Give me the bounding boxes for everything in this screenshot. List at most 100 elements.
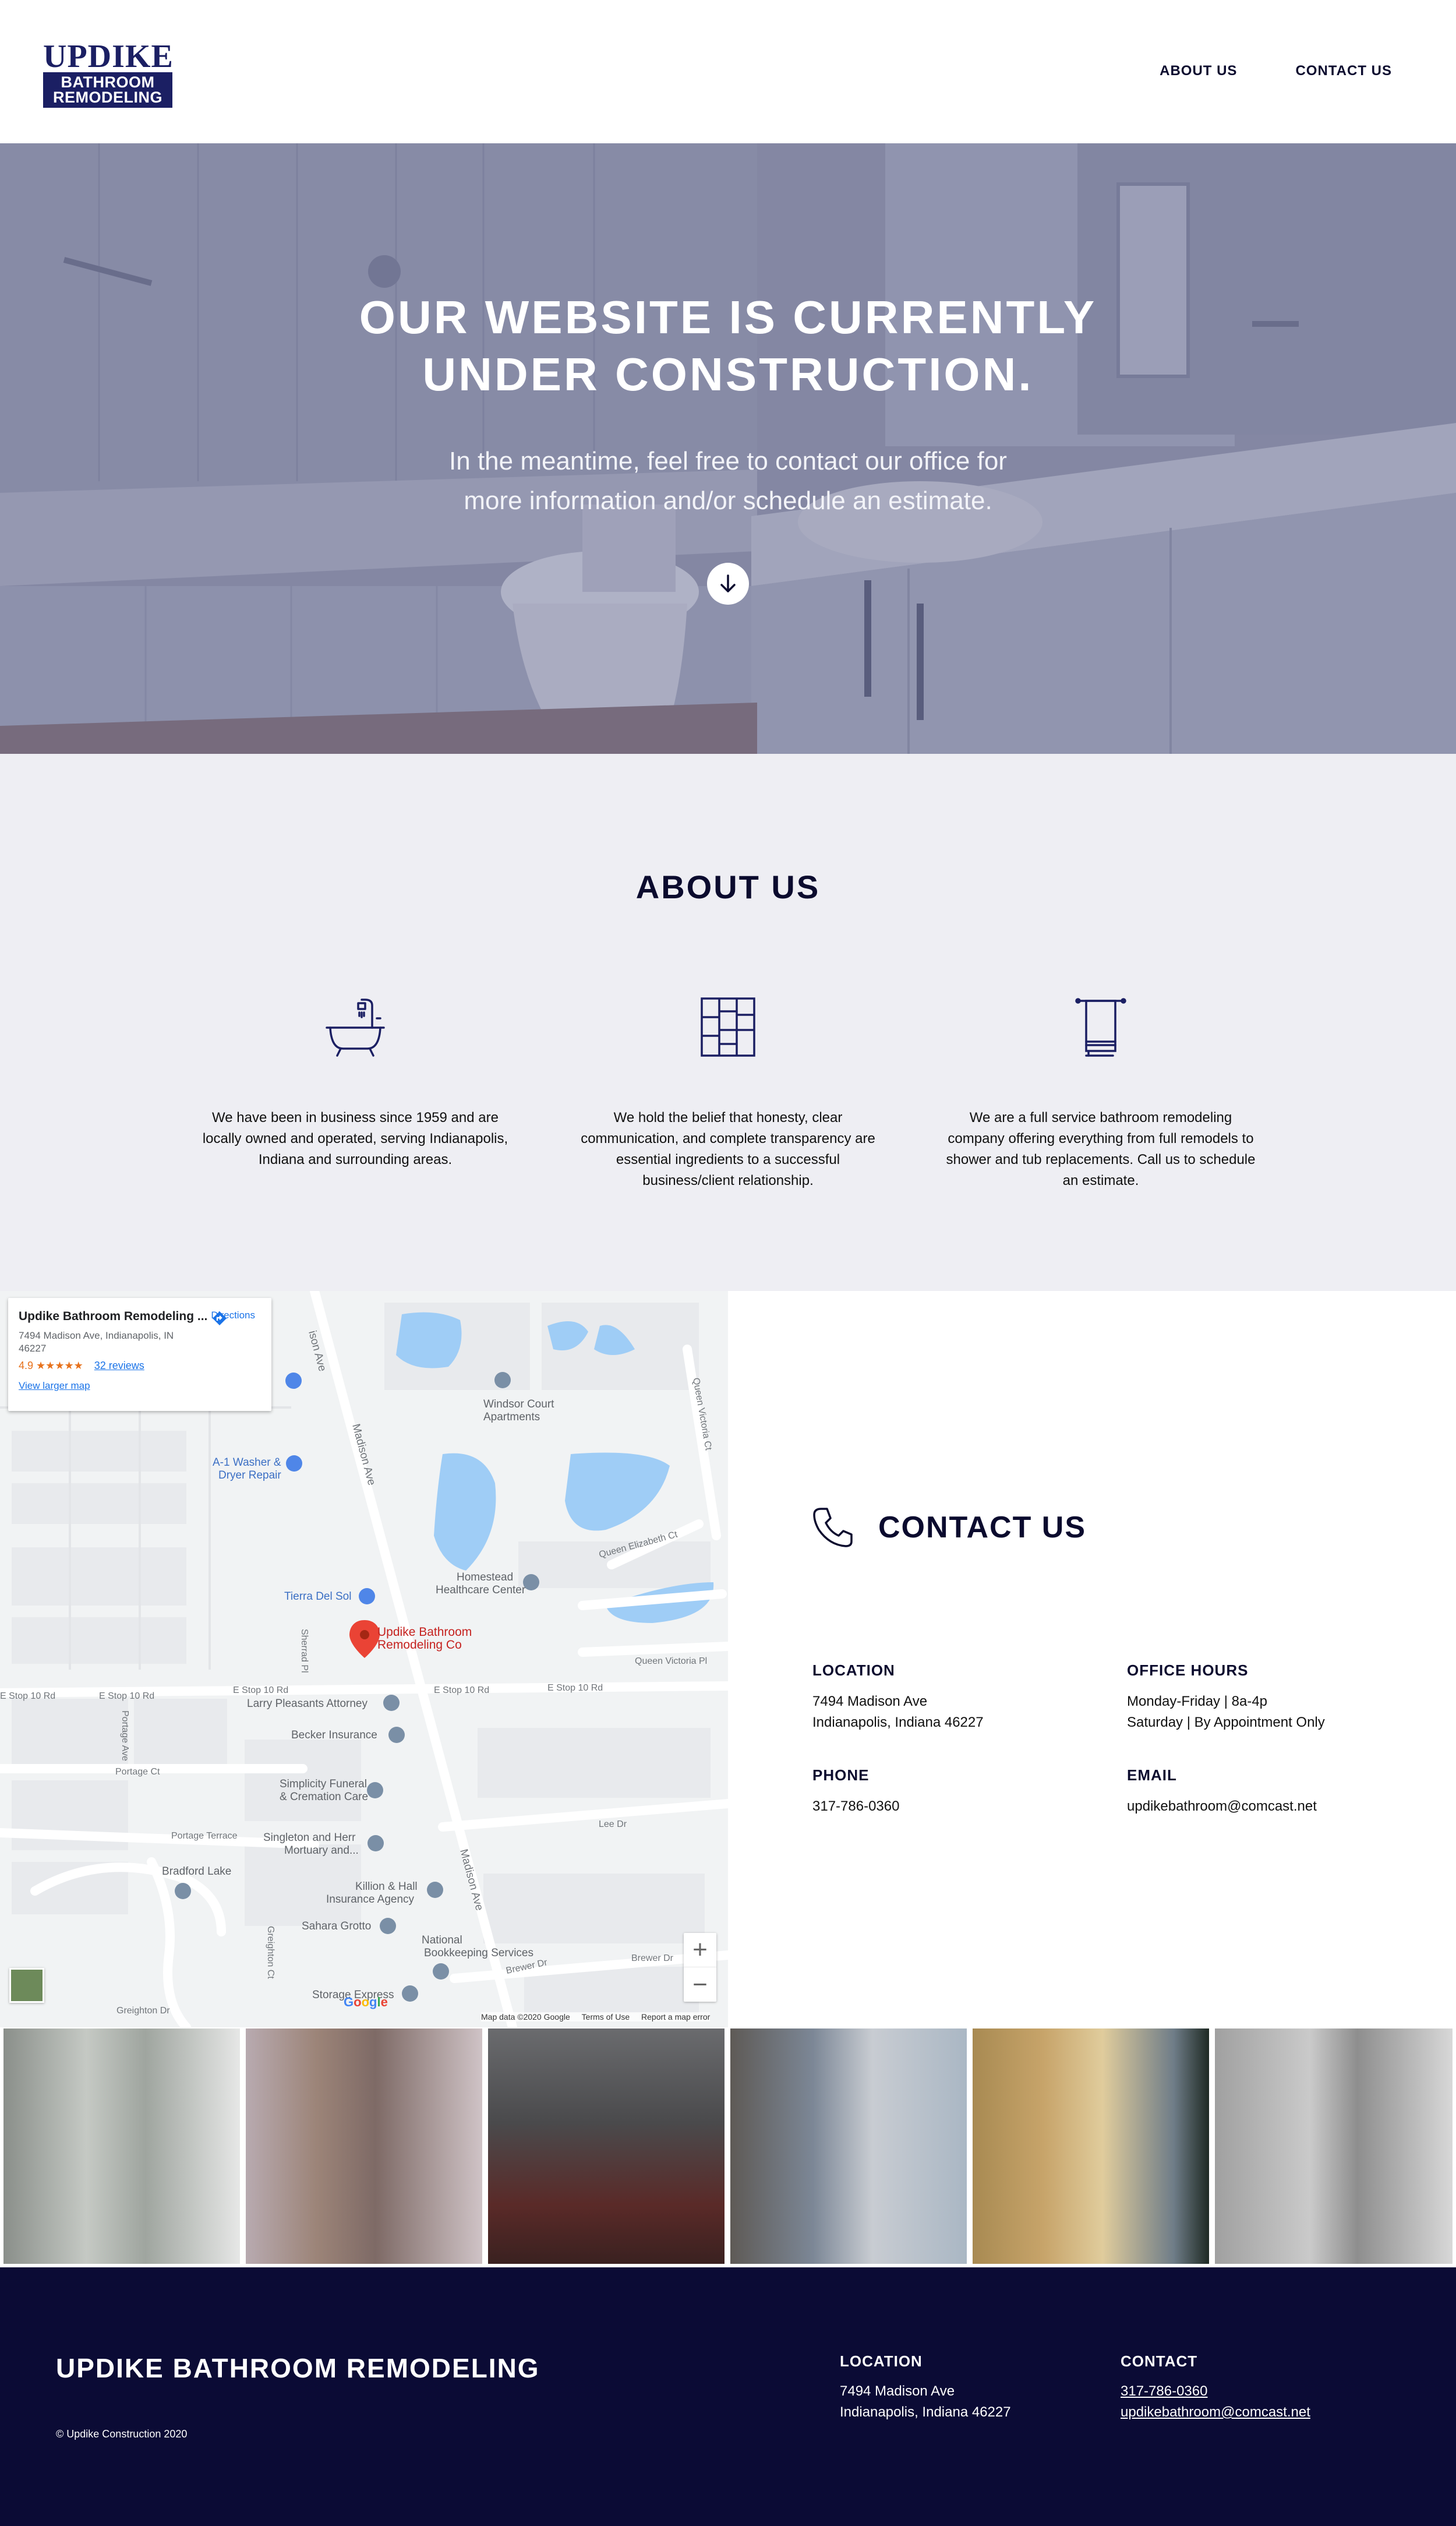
about-text-history: We have been in business since 1959 and … <box>202 1110 508 1167</box>
map-label-washer-2: Dryer Repair <box>218 1469 281 1481</box>
google-map[interactable]: Windsor Court Apartments A-1 Washer & Dr… <box>0 1291 728 2027</box>
site-header: UPDIKE BATHROOM REMODELING ABOUT US CONT… <box>0 0 1456 143</box>
site-footer: UPDIKE BATHROOM REMODELING © Updike Cons… <box>0 2267 1456 2526</box>
directions-icon <box>213 1311 227 1325</box>
svg-text:E Stop 10 Rd: E Stop 10 Rd <box>99 1691 154 1701</box>
about-column-services: We are a full service bathroom remodelin… <box>943 995 1258 1191</box>
map-report-link[interactable]: Report a map error <box>641 2012 710 2021</box>
svg-text:Lee Dr: Lee Dr <box>599 1819 627 1829</box>
map-label-killion: Killion & Hall <box>355 1881 418 1893</box>
hero-title: OUR WEBSITE IS CURRENTLY UNDER CONSTRUCT… <box>0 289 1456 403</box>
bathtub-icon <box>326 999 385 1057</box>
hours-line2: Saturday | By Appointment Only <box>1127 1714 1325 1730</box>
about-column-values: We hold the belief that honesty, clear c… <box>571 995 885 1191</box>
map-label-homestead: Homestead <box>457 1571 513 1583</box>
rating-value: 4.9 <box>19 1360 34 1371</box>
footer-phone-link[interactable]: 317-786-0360 <box>1121 2381 1310 2402</box>
map-terms-link[interactable]: Terms of Use <box>582 2012 630 2021</box>
footer-location: LOCATION 7494 Madison Ave Indianapolis, … <box>840 2352 1011 2423</box>
nav-about-us[interactable]: ABOUT US <box>1160 63 1237 79</box>
map-zoom-controls: + − <box>684 1933 716 2002</box>
map-label-singleton: Singleton and Herr <box>263 1832 356 1844</box>
map-label-singleton-2: Mortuary and... <box>284 1844 359 1857</box>
gallery-photo-3[interactable] <box>488 2028 725 2264</box>
gallery-photo-1[interactable] <box>3 2028 240 2264</box>
towel-rack-icon <box>1075 998 1126 1057</box>
map-label-windsor-2: Apartments <box>483 1411 540 1423</box>
svg-text:Greighton Dr: Greighton Dr <box>116 2006 170 2016</box>
footer-copyright: © Updike Construction 2020 <box>56 2428 188 2440</box>
svg-text:Greighton Ct: Greighton Ct <box>266 1926 275 1979</box>
zoom-out-button[interactable]: − <box>684 1967 716 2002</box>
phone-label: PHONE <box>812 1766 870 1784</box>
gallery-photo-6[interactable] <box>1215 2028 1453 2264</box>
site-logo[interactable]: UPDIKE BATHROOM REMODELING <box>43 38 174 108</box>
svg-text:Portage Ct: Portage Ct <box>115 1767 160 1777</box>
hero-subtitle-line1: In the meantime, feel free to contact ou… <box>449 447 1007 475</box>
svg-text:Portage Ave: Portage Ave <box>120 1710 130 1761</box>
view-larger-map-link[interactable]: View larger map <box>19 1380 261 1392</box>
footer-email-link[interactable]: updikebathroom@comcast.net <box>1121 2402 1310 2423</box>
hero-section: OUR WEBSITE IS CURRENTLY UNDER CONSTRUCT… <box>0 143 1456 754</box>
map-label-washer: A-1 Washer & <box>213 1456 281 1469</box>
map-attribution: Map data ©2020 Google Terms of Use Repor… <box>481 2012 711 2021</box>
map-label-marker-2: Remodeling Co <box>377 1638 462 1652</box>
map-label-bradford: Bradford Lake <box>162 1865 231 1878</box>
map-label-larry: Larry Pleasants Attorney <box>247 1698 367 1710</box>
about-text-services: We are a full service bathroom remodelin… <box>946 1110 1256 1188</box>
rating-stars: ★★★★★ <box>36 1360 83 1371</box>
map-label-marker: Updike Bathroom <box>377 1625 472 1639</box>
reviews-link[interactable]: 32 reviews <box>94 1360 144 1371</box>
footer-location-line2: Indianapolis, Indiana 46227 <box>840 2404 1011 2420</box>
svg-text:E Stop 10 Rd: E Stop 10 Rd <box>434 1685 489 1695</box>
photo-gallery <box>0 2027 1456 2264</box>
google-logo: Google <box>344 1995 388 2009</box>
map-label-homestead-2: Healthcare Center <box>436 1584 526 1596</box>
map-label-national-2: Bookkeeping Services <box>424 1947 533 1959</box>
logo-line-bathroom: BATHROOM <box>61 73 155 91</box>
logo-wordmark: UPDIKE <box>43 38 174 75</box>
footer-location-label: LOCATION <box>840 2352 923 2370</box>
satellite-toggle-button[interactable] <box>9 1968 44 2003</box>
map-place-rating: 4.9 ★★★★★ 32 reviews <box>19 1360 261 1372</box>
hours-line1: Monday-Friday | 8a-4p <box>1127 1694 1268 1709</box>
tile-icon <box>701 997 755 1057</box>
email-label: EMAIL <box>1127 1766 1177 1784</box>
map-label-national: National <box>422 1934 462 1946</box>
location-line2: Indianapolis, Indiana 46227 <box>812 1714 984 1730</box>
footer-contact: CONTACT 317-786-0360 updikebathroom@comc… <box>1121 2352 1310 2423</box>
directions-button[interactable]: Directions <box>211 1310 255 1325</box>
zoom-in-button[interactable]: + <box>684 1933 716 1967</box>
about-column-history: We have been in business since 1959 and … <box>198 995 513 1170</box>
svg-text:Queen Victoria Pl: Queen Victoria Pl <box>635 1656 707 1666</box>
footer-contact-label: CONTACT <box>1121 2352 1198 2370</box>
hours-text: Monday-Friday | 8a-4p Saturday | By Appo… <box>1127 1691 1372 1733</box>
nav-contact-us[interactable]: CONTACT US <box>1295 63 1392 79</box>
scroll-down-button[interactable] <box>707 563 749 605</box>
svg-text:Sherrad Pl: Sherrad Pl <box>299 1629 309 1673</box>
location-label: LOCATION <box>812 1661 895 1679</box>
map-label-windsor: Windsor Court <box>483 1398 554 1410</box>
contact-phone: PHONE 317-786-0360 <box>812 1766 1057 1817</box>
contact-email: EMAIL updikebathroom@comcast.net <box>1127 1766 1372 1817</box>
hero-title-line1: OUR WEBSITE IS CURRENTLY <box>359 291 1097 343</box>
hero-subtitle-line2: more information and/or schedule an esti… <box>464 486 992 515</box>
email-address[interactable]: updikebathroom@comcast.net <box>1127 1796 1372 1817</box>
contact-location: LOCATION 7494 Madison Ave Indianapolis, … <box>812 1661 1057 1733</box>
about-text-values: We hold the belief that honesty, clear c… <box>581 1110 875 1188</box>
contact-heading: CONTACT US <box>811 1505 1086 1550</box>
gallery-photo-2[interactable] <box>246 2028 482 2264</box>
gallery-photo-4[interactable] <box>730 2028 967 2264</box>
phone-number[interactable]: 317-786-0360 <box>812 1796 1057 1817</box>
gallery-photo-5[interactable] <box>973 2028 1209 2264</box>
svg-text:Brewer Dr: Brewer Dr <box>631 1953 674 1963</box>
svg-text:E Stop 10 Rd: E Stop 10 Rd <box>233 1685 288 1695</box>
location-line1: 7494 Madison Ave <box>812 1694 928 1709</box>
footer-location-line1: 7494 Madison Ave <box>840 2383 955 2399</box>
svg-text:Portage Terrace: Portage Terrace <box>171 1831 238 1841</box>
contact-title: CONTACT US <box>878 1511 1087 1544</box>
map-label-simplicity: Simplicity Funeral <box>280 1778 367 1790</box>
svg-text:E Stop 10 Rd: E Stop 10 Rd <box>547 1683 603 1693</box>
logo-line-remodeling: REMODELING <box>52 89 162 106</box>
about-title: ABOUT US <box>635 869 821 905</box>
